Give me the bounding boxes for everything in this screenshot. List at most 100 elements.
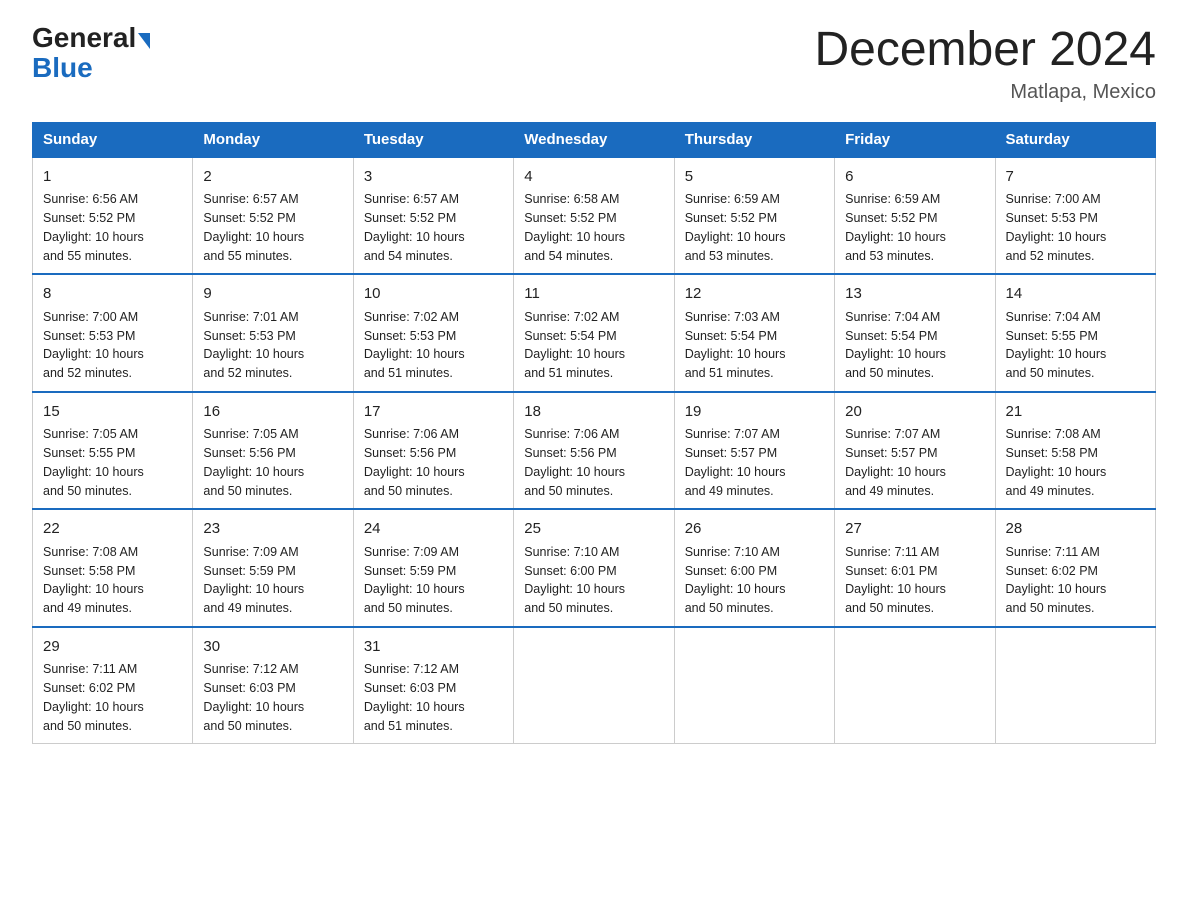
day-number: 16	[203, 401, 342, 424]
location-text: Matlapa, Mexico	[814, 81, 1156, 104]
day-number: 27	[845, 518, 984, 541]
logo-arrow-icon	[138, 33, 150, 49]
day-cell: 18Sunrise: 7:06 AM Sunset: 5:56 PM Dayli…	[514, 392, 674, 510]
calendar-body: 1Sunrise: 6:56 AM Sunset: 5:52 PM Daylig…	[33, 157, 1156, 744]
day-info: Sunrise: 7:11 AM Sunset: 6:02 PM Dayligh…	[1006, 543, 1145, 618]
day-cell: 24Sunrise: 7:09 AM Sunset: 5:59 PM Dayli…	[353, 509, 513, 627]
day-number: 9	[203, 283, 342, 306]
header-row: SundayMondayTuesdayWednesdayThursdayFrid…	[33, 122, 1156, 157]
day-number: 22	[43, 518, 182, 541]
day-number: 21	[1006, 401, 1145, 424]
month-title: December 2024	[814, 24, 1156, 77]
week-row-2: 8Sunrise: 7:00 AM Sunset: 5:53 PM Daylig…	[33, 274, 1156, 392]
day-cell: 6Sunrise: 6:59 AM Sunset: 5:52 PM Daylig…	[835, 157, 995, 275]
day-number: 30	[203, 636, 342, 659]
day-info: Sunrise: 7:00 AM Sunset: 5:53 PM Dayligh…	[1006, 190, 1145, 265]
day-cell: 5Sunrise: 6:59 AM Sunset: 5:52 PM Daylig…	[674, 157, 834, 275]
day-number: 28	[1006, 518, 1145, 541]
day-cell: 25Sunrise: 7:10 AM Sunset: 6:00 PM Dayli…	[514, 509, 674, 627]
day-cell: 9Sunrise: 7:01 AM Sunset: 5:53 PM Daylig…	[193, 274, 353, 392]
day-number: 29	[43, 636, 182, 659]
day-info: Sunrise: 7:11 AM Sunset: 6:01 PM Dayligh…	[845, 543, 984, 618]
day-cell: 12Sunrise: 7:03 AM Sunset: 5:54 PM Dayli…	[674, 274, 834, 392]
week-row-3: 15Sunrise: 7:05 AM Sunset: 5:55 PM Dayli…	[33, 392, 1156, 510]
day-number: 4	[524, 166, 663, 189]
day-cell	[674, 627, 834, 744]
day-number: 17	[364, 401, 503, 424]
day-info: Sunrise: 7:01 AM Sunset: 5:53 PM Dayligh…	[203, 308, 342, 383]
day-cell: 23Sunrise: 7:09 AM Sunset: 5:59 PM Dayli…	[193, 509, 353, 627]
day-info: Sunrise: 6:59 AM Sunset: 5:52 PM Dayligh…	[685, 190, 824, 265]
day-cell: 21Sunrise: 7:08 AM Sunset: 5:58 PM Dayli…	[995, 392, 1155, 510]
header-cell-friday: Friday	[835, 122, 995, 157]
day-info: Sunrise: 7:11 AM Sunset: 6:02 PM Dayligh…	[43, 660, 182, 735]
day-info: Sunrise: 6:56 AM Sunset: 5:52 PM Dayligh…	[43, 190, 182, 265]
day-cell	[995, 627, 1155, 744]
day-number: 3	[364, 166, 503, 189]
day-cell: 7Sunrise: 7:00 AM Sunset: 5:53 PM Daylig…	[995, 157, 1155, 275]
day-info: Sunrise: 6:57 AM Sunset: 5:52 PM Dayligh…	[203, 190, 342, 265]
day-number: 20	[845, 401, 984, 424]
day-cell: 11Sunrise: 7:02 AM Sunset: 5:54 PM Dayli…	[514, 274, 674, 392]
day-cell: 19Sunrise: 7:07 AM Sunset: 5:57 PM Dayli…	[674, 392, 834, 510]
day-info: Sunrise: 7:06 AM Sunset: 5:56 PM Dayligh…	[364, 425, 503, 500]
logo-blue-text: Blue	[32, 52, 93, 84]
day-cell: 28Sunrise: 7:11 AM Sunset: 6:02 PM Dayli…	[995, 509, 1155, 627]
day-cell: 14Sunrise: 7:04 AM Sunset: 5:55 PM Dayli…	[995, 274, 1155, 392]
day-number: 11	[524, 283, 663, 306]
day-number: 23	[203, 518, 342, 541]
day-cell: 4Sunrise: 6:58 AM Sunset: 5:52 PM Daylig…	[514, 157, 674, 275]
day-cell: 3Sunrise: 6:57 AM Sunset: 5:52 PM Daylig…	[353, 157, 513, 275]
day-info: Sunrise: 7:04 AM Sunset: 5:54 PM Dayligh…	[845, 308, 984, 383]
day-info: Sunrise: 7:07 AM Sunset: 5:57 PM Dayligh…	[845, 425, 984, 500]
day-cell: 27Sunrise: 7:11 AM Sunset: 6:01 PM Dayli…	[835, 509, 995, 627]
day-number: 18	[524, 401, 663, 424]
day-number: 25	[524, 518, 663, 541]
day-info: Sunrise: 7:00 AM Sunset: 5:53 PM Dayligh…	[43, 308, 182, 383]
day-info: Sunrise: 7:07 AM Sunset: 5:57 PM Dayligh…	[685, 425, 824, 500]
day-number: 2	[203, 166, 342, 189]
week-row-4: 22Sunrise: 7:08 AM Sunset: 5:58 PM Dayli…	[33, 509, 1156, 627]
day-info: Sunrise: 7:03 AM Sunset: 5:54 PM Dayligh…	[685, 308, 824, 383]
day-info: Sunrise: 7:02 AM Sunset: 5:54 PM Dayligh…	[524, 308, 663, 383]
day-info: Sunrise: 7:05 AM Sunset: 5:56 PM Dayligh…	[203, 425, 342, 500]
day-cell: 26Sunrise: 7:10 AM Sunset: 6:00 PM Dayli…	[674, 509, 834, 627]
day-cell: 20Sunrise: 7:07 AM Sunset: 5:57 PM Dayli…	[835, 392, 995, 510]
day-number: 8	[43, 283, 182, 306]
day-cell: 13Sunrise: 7:04 AM Sunset: 5:54 PM Dayli…	[835, 274, 995, 392]
day-number: 10	[364, 283, 503, 306]
day-number: 19	[685, 401, 824, 424]
calendar-table: SundayMondayTuesdayWednesdayThursdayFrid…	[32, 122, 1156, 745]
day-number: 7	[1006, 166, 1145, 189]
day-cell: 2Sunrise: 6:57 AM Sunset: 5:52 PM Daylig…	[193, 157, 353, 275]
day-number: 14	[1006, 283, 1145, 306]
day-cell: 30Sunrise: 7:12 AM Sunset: 6:03 PM Dayli…	[193, 627, 353, 744]
title-block: December 2024 Matlapa, Mexico	[814, 24, 1156, 104]
day-cell: 8Sunrise: 7:00 AM Sunset: 5:53 PM Daylig…	[33, 274, 193, 392]
day-info: Sunrise: 6:59 AM Sunset: 5:52 PM Dayligh…	[845, 190, 984, 265]
week-row-5: 29Sunrise: 7:11 AM Sunset: 6:02 PM Dayli…	[33, 627, 1156, 744]
header-cell-saturday: Saturday	[995, 122, 1155, 157]
day-number: 1	[43, 166, 182, 189]
calendar-header: SundayMondayTuesdayWednesdayThursdayFrid…	[33, 122, 1156, 157]
day-info: Sunrise: 7:08 AM Sunset: 5:58 PM Dayligh…	[1006, 425, 1145, 500]
day-cell: 15Sunrise: 7:05 AM Sunset: 5:55 PM Dayli…	[33, 392, 193, 510]
day-info: Sunrise: 7:12 AM Sunset: 6:03 PM Dayligh…	[203, 660, 342, 735]
page-header: General Blue December 2024 Matlapa, Mexi…	[32, 24, 1156, 104]
header-cell-monday: Monday	[193, 122, 353, 157]
day-cell: 31Sunrise: 7:12 AM Sunset: 6:03 PM Dayli…	[353, 627, 513, 744]
day-number: 12	[685, 283, 824, 306]
day-number: 24	[364, 518, 503, 541]
day-cell	[835, 627, 995, 744]
day-info: Sunrise: 7:08 AM Sunset: 5:58 PM Dayligh…	[43, 543, 182, 618]
day-cell: 22Sunrise: 7:08 AM Sunset: 5:58 PM Dayli…	[33, 509, 193, 627]
day-number: 6	[845, 166, 984, 189]
day-number: 5	[685, 166, 824, 189]
day-cell: 1Sunrise: 6:56 AM Sunset: 5:52 PM Daylig…	[33, 157, 193, 275]
day-cell: 17Sunrise: 7:06 AM Sunset: 5:56 PM Dayli…	[353, 392, 513, 510]
day-info: Sunrise: 6:58 AM Sunset: 5:52 PM Dayligh…	[524, 190, 663, 265]
day-info: Sunrise: 6:57 AM Sunset: 5:52 PM Dayligh…	[364, 190, 503, 265]
day-number: 13	[845, 283, 984, 306]
day-number: 15	[43, 401, 182, 424]
day-cell: 10Sunrise: 7:02 AM Sunset: 5:53 PM Dayli…	[353, 274, 513, 392]
